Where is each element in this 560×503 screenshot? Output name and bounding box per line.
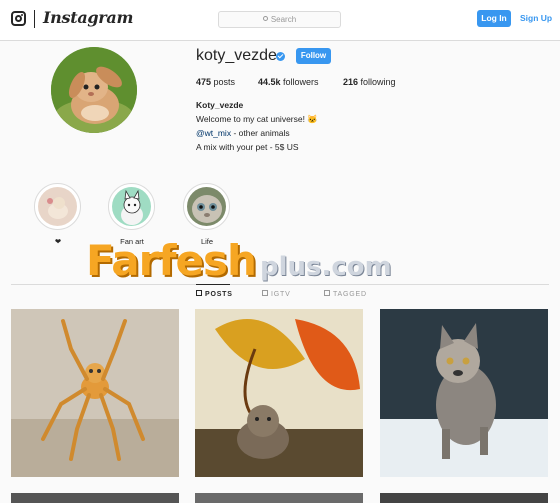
following-count: 216	[343, 77, 359, 87]
instagram-camera-icon[interactable]	[11, 11, 26, 26]
posts-label: posts	[213, 77, 236, 87]
active-tab-indicator	[196, 284, 230, 285]
followers-count: 44.5k	[258, 77, 281, 87]
search-input[interactable]: Search	[218, 11, 341, 28]
tab-posts[interactable]: POSTS	[196, 290, 233, 298]
cat-under-leaves-photo	[195, 309, 363, 477]
post-tile[interactable]	[380, 493, 548, 503]
bio-line-2-text: - other animals	[231, 128, 290, 138]
bio-line-2: @wt_mix - other animals	[196, 128, 290, 138]
login-button[interactable]: Log In	[477, 10, 511, 27]
farfesh-watermark: Farfesh plus.com	[86, 236, 486, 290]
highlight-cover	[187, 187, 226, 226]
post-tile[interactable]	[380, 309, 548, 477]
cat-face-photo	[187, 187, 226, 226]
followers-stat[interactable]: 44.5k followers	[258, 77, 319, 87]
highlight-cover	[112, 187, 151, 226]
highlight-cover	[38, 187, 77, 226]
following-stat[interactable]: 216 following	[343, 77, 396, 87]
highlight-heart-label: ❤	[54, 237, 62, 246]
spider-cat-photo	[11, 309, 179, 477]
bio-name: Koty_vezde	[196, 100, 244, 110]
followers-label: followers	[283, 77, 319, 87]
kitten-photo	[38, 187, 77, 226]
tab-posts-label: POSTS	[205, 291, 233, 298]
follow-button[interactable]: Follow	[296, 48, 331, 64]
highlight-life[interactable]	[183, 183, 230, 230]
wolf-cat-photo	[380, 309, 548, 477]
bunny-photo	[51, 47, 137, 133]
watermark-sub: plus.com	[259, 252, 392, 282]
profile-username: koty_vezde	[196, 47, 277, 64]
following-label: following	[360, 77, 396, 87]
instagram-wordmark[interactable]: Instagram	[43, 8, 133, 27]
signup-link[interactable]: Sign Up	[520, 13, 552, 23]
grid-icon	[196, 290, 202, 297]
highlight-heart[interactable]	[34, 183, 81, 230]
bio-line-1: Welcome to my cat universe! 🐱	[196, 114, 318, 124]
search-placeholder: Search	[270, 15, 297, 24]
tab-igtv[interactable]: IGTV	[262, 290, 291, 298]
post-tile[interactable]	[195, 493, 363, 503]
highlight-fan-art[interactable]	[108, 183, 155, 230]
tag-icon	[324, 290, 330, 297]
tabs-divider	[11, 284, 549, 285]
search-icon	[262, 16, 268, 22]
post-tile[interactable]	[195, 309, 363, 477]
top-nav: Instagram Search Log In Sign Up	[0, 0, 560, 41]
tab-igtv-label: IGTV	[271, 291, 291, 298]
bio-mention-link[interactable]: @wt_mix	[196, 128, 231, 138]
tab-tagged-label: TAGGED	[333, 291, 367, 298]
watermark-main: Farfesh	[86, 236, 257, 285]
bio-line-3: A mix with your pet - 5$ US	[196, 142, 299, 152]
verified-badge-icon	[276, 52, 285, 61]
posts-stat: 475 posts	[196, 77, 235, 87]
nav-divider	[34, 10, 35, 28]
posts-count: 475	[196, 77, 212, 87]
post-tile[interactable]	[11, 493, 179, 503]
tv-icon	[262, 290, 268, 297]
post-tile[interactable]	[11, 309, 179, 477]
tab-tagged[interactable]: TAGGED	[324, 290, 367, 298]
profile-avatar[interactable]	[51, 47, 137, 133]
cartoon-cat-drawing	[112, 187, 151, 226]
